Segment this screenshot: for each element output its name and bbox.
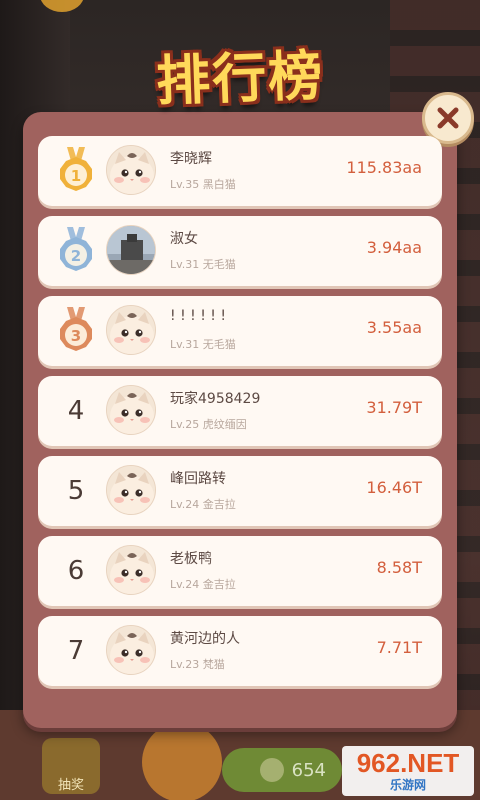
player-name: ! ! ! ! ! ! <box>170 308 226 324</box>
leaderboard-row[interactable]: 7 黄河边的人 Lv.23 梵猫 7.71T <box>38 616 442 686</box>
player-score: 115.83aa <box>346 158 422 177</box>
leaderboard-row[interactable]: 5 峰回路转 Lv.24 金吉拉 16.46T <box>38 456 442 526</box>
leaderboard-row[interactable]: 6 老板鸭 Lv.24 金吉拉 8.58T <box>38 536 442 606</box>
player-level: Lv.31 无毛猫 <box>170 338 236 351</box>
player-score: 31.79T <box>366 398 422 417</box>
page-title: 排行榜 <box>155 44 326 113</box>
player-name: 玩家4958429 <box>170 391 261 407</box>
player-level: Lv.25 虎纹缅因 <box>170 418 247 431</box>
watermark-number: 962.NET <box>356 747 460 778</box>
rank-number: 7 <box>67 636 85 666</box>
player-level: Lv.24 金吉拉 <box>170 578 236 591</box>
avatar <box>106 465 156 515</box>
coin-icon <box>259 758 284 782</box>
leaderboard-row[interactable]: 2 淑女 Lv.31 无毛猫 3.94aa <box>38 216 442 286</box>
player-name: 老板鸭 <box>170 551 212 567</box>
medal-icon: 3 <box>54 307 98 355</box>
player-name: 李晓辉 <box>170 151 212 167</box>
player-score: 3.94aa <box>366 238 422 257</box>
lottery-button[interactable]: 抽奖 <box>42 738 100 794</box>
rank-number: 4 <box>67 396 85 426</box>
player-level: Lv.23 梵猫 <box>170 658 225 671</box>
avatar <box>106 225 156 275</box>
player-level: Lv.24 金吉拉 <box>170 498 236 511</box>
player-score: 8.58T <box>376 558 422 577</box>
avatar <box>106 545 156 595</box>
player-name: 黄河边的人 <box>170 631 240 647</box>
avatar <box>106 145 156 195</box>
medal-icon: 2 <box>54 227 98 275</box>
svg-text:1: 1 <box>71 167 81 185</box>
leaderboard-row[interactable]: 4 玩家4958429 Lv.25 虎纹缅因 31.79T <box>38 376 442 446</box>
player-score: 7.71T <box>376 638 422 657</box>
avatar <box>106 305 156 355</box>
watermark-text: 乐游网 <box>389 777 426 792</box>
rank-number: 5 <box>67 476 85 506</box>
leaderboard-row[interactable]: 3 ! ! ! ! ! ! Lv.31 无毛猫 3.55aa <box>38 296 442 366</box>
svg-text:3: 3 <box>71 327 81 345</box>
watermark-logo: 962.NET 乐游网 <box>342 746 474 796</box>
player-score: 16.46T <box>366 478 422 497</box>
buy-cat-button[interactable]: 654 <box>222 748 342 792</box>
leaderboard-row[interactable]: 1 李晓辉 Lv.35 黑白猫 115.83aa <box>38 136 442 206</box>
player-score: 3.55aa <box>366 318 422 337</box>
player-name: 淑女 <box>170 231 198 247</box>
cat-character <box>142 722 222 800</box>
svg-text:2: 2 <box>71 247 81 265</box>
medal-icon: 1 <box>54 147 98 195</box>
player-level: Lv.35 黑白猫 <box>170 178 236 191</box>
rank-number: 6 <box>67 556 85 586</box>
player-level: Lv.31 无毛猫 <box>170 258 236 271</box>
player-name: 峰回路转 <box>170 471 226 487</box>
avatar <box>106 625 156 675</box>
close-icon <box>437 107 459 129</box>
avatar <box>106 385 156 435</box>
buy-cost: 654 <box>291 759 326 781</box>
